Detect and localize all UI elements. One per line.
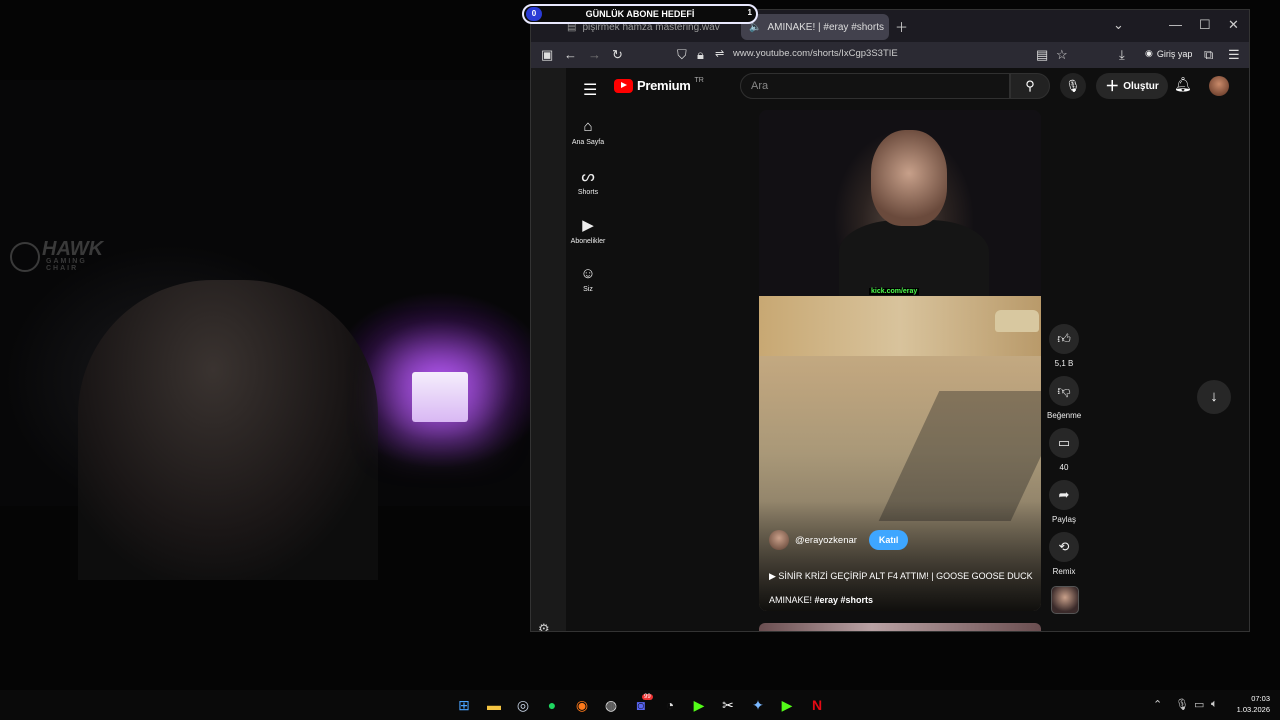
mic-icon: 🎙︎ — [1065, 79, 1081, 93]
channel-info: @erayozkenar Katıl — [769, 530, 909, 550]
youtube-play-icon — [614, 78, 633, 93]
chevron-down-icon[interactable]: ⌄ — [1113, 17, 1124, 33]
menu-icon[interactable]: ☰ — [1228, 47, 1240, 63]
nav-bar: ▣ ← → ↻ ⛉ 🔒︎ ⇌ www.youtube.com/shorts/Ix… — [531, 42, 1249, 68]
signin-button[interactable]: ◉ Giriş yap — [1145, 48, 1192, 59]
notifications-bell-icon[interactable]: 🔔︎ — [1174, 76, 1192, 93]
system-clock[interactable]: 07:03 1.03.2026 — [1230, 693, 1270, 715]
desktop: HAWK GAMING CHAIR 0 GÜNLÜK ABONE HEDEFİ … — [0, 0, 1280, 720]
extensions-icon[interactable]: ⧉ — [1204, 47, 1213, 63]
chrome-icon[interactable]: ◔ — [661, 696, 679, 714]
obs-icon[interactable]: ◍ — [602, 696, 620, 714]
url-bar[interactable]: www.youtube.com/shorts/IxCgp3S3TIE — [733, 48, 898, 59]
goal-label: GÜNLÜK ABONE HEDEFİ — [585, 9, 695, 19]
youtube-premium-logo[interactable]: Premium TR — [614, 77, 704, 93]
subscriptions-icon: ▶ — [582, 217, 594, 234]
youtube-page: ☰ Premium TR Ara ⚲ 🎙︎ ＋ Oluştur 🔔︎ ⌂ Ana… — [566, 68, 1249, 631]
voice-search-button[interactable]: 🎙︎ — [1060, 73, 1086, 99]
next-short-preview[interactable] — [759, 623, 1041, 631]
audio-source-thumbnail[interactable] — [1051, 586, 1079, 614]
short-video-player[interactable]: kick.com/eray @erayozkenar Katıl ▶ SİNİR… — [759, 110, 1041, 611]
taskbar: ⊞ ▬ ◎ ● ◉ ◍ ◙ 99 ◔ ▶ ✂ ✦ ▶ N ⌃ 🎙︎ ▭ 🔈︎ 0… — [0, 690, 1280, 720]
dislike-button[interactable]: 👎︎ Beğenme — [1047, 376, 1081, 420]
reload-icon[interactable]: ↻ — [612, 47, 623, 63]
back-icon[interactable]: ← — [564, 47, 577, 62]
subscriber-goal-widget: 0 GÜNLÜK ABONE HEDEFİ 1 — [522, 4, 758, 24]
webcam-feed: HAWK GAMING CHAIR — [0, 80, 572, 580]
capcut-icon[interactable]: ✂ — [719, 696, 737, 714]
remix-button[interactable]: ⟲ Remix — [1047, 532, 1081, 576]
spotify-icon[interactable]: ● — [543, 696, 561, 714]
thumbs-up-icon: 👍︎ — [1049, 324, 1079, 354]
like-button[interactable]: 👍︎ 5,1 B — [1047, 324, 1081, 368]
goal-current: 0 — [526, 7, 542, 21]
reader-icon[interactable]: ▤ — [1036, 47, 1048, 63]
account-icon: ◉ — [1145, 48, 1153, 58]
streamer-cam-frame — [759, 110, 1041, 300]
search-button[interactable]: ⚲ — [1010, 73, 1050, 99]
comment-icon: ▭ — [1049, 428, 1079, 458]
hawk-logo: HAWK GAMING CHAIR — [10, 238, 103, 278]
forward-icon[interactable]: → — [588, 47, 601, 62]
share-button[interactable]: ➦ Paylaş — [1047, 480, 1081, 524]
remix-icon: ⟲ — [1049, 532, 1079, 562]
streamer-figure — [78, 280, 378, 580]
permissions-icon[interactable]: ⇌ — [715, 47, 724, 60]
download-icon[interactable]: ⤓ — [1119, 47, 1125, 63]
glowing-cube-lamp — [412, 372, 468, 422]
hashtags[interactable]: #eray #shorts — [815, 595, 874, 605]
battlenet-icon[interactable]: ✦ — [749, 696, 767, 714]
thumbs-down-icon: 👎︎ — [1049, 376, 1079, 406]
comments-button[interactable]: ▭ 40 — [1047, 428, 1081, 472]
next-short-button[interactable]: ↓ — [1197, 380, 1231, 414]
windows-start-icon[interactable]: ⊞ — [455, 696, 473, 714]
browser-sidebar: ⚙ — [531, 68, 566, 631]
kick-overlay-text: kick.com/eray — [869, 288, 920, 295]
maximize-icon[interactable]: ☐ — [1199, 17, 1211, 33]
tab-active[interactable]: 🔈 AMINAKE! | #eray #shorts ✕ — [741, 14, 889, 40]
home-icon: ⌂ — [583, 118, 593, 135]
short-title[interactable]: ▶ SİNİR KRİZİ GEÇİRİP ALT F4 ATTIM! | GO… — [769, 564, 1034, 611]
plus-icon: ＋ — [1105, 78, 1120, 94]
sidebar-toggle-icon[interactable]: ▣ — [541, 47, 553, 63]
new-tab-icon[interactable]: ＋ — [895, 17, 908, 36]
tray-overflow-icon[interactable]: ⌃ — [1153, 698, 1162, 711]
create-button[interactable]: ＋ Oluştur — [1096, 73, 1168, 99]
goal-target: 1 — [747, 8, 752, 17]
bookmark-star-icon[interactable]: ☆ — [1056, 47, 1068, 63]
kick-app-icon[interactable]: ▶ — [690, 696, 708, 714]
firefox-icon[interactable]: ◉ — [573, 696, 591, 714]
browser-window: ▭ ▤ pişirmek hamza mastering.wav 🔈 AMINA… — [530, 9, 1250, 632]
file-explorer-icon[interactable]: ▬ — [485, 696, 503, 714]
user-avatar[interactable] — [1209, 76, 1229, 96]
join-button[interactable]: Katıl — [868, 530, 909, 550]
sidebar-item-you[interactable]: ☺ Siz — [568, 265, 608, 293]
steam-icon[interactable]: ◎ — [514, 696, 532, 714]
sidebar-item-shorts[interactable]: ᔕ Shorts — [568, 167, 608, 196]
discord-badge: 99 — [642, 694, 653, 700]
shorts-icon: ᔕ — [581, 168, 595, 185]
settings-gear-icon[interactable]: ⚙ — [538, 621, 550, 631]
hamburger-menu-icon[interactable]: ☰ — [583, 80, 597, 100]
share-arrow-icon: ➦ — [1049, 480, 1079, 510]
kick-studio-icon[interactable]: ▶ — [778, 696, 796, 714]
play-small-icon: ▶ — [769, 571, 779, 581]
tab-label: AMINAKE! | #eray #shorts — [767, 21, 884, 33]
sidebar-item-home[interactable]: ⌂ Ana Sayfa — [568, 118, 608, 146]
you-icon: ☺ — [580, 265, 596, 282]
display-tray-icon[interactable]: ▭ — [1194, 698, 1204, 711]
search-input[interactable]: Ara — [740, 73, 1010, 99]
channel-name[interactable]: @erayozkenar — [795, 535, 857, 546]
shield-icon[interactable]: ⛉ — [677, 47, 687, 63]
channel-avatar[interactable] — [769, 530, 789, 550]
volume-icon[interactable]: 🔈︎ — [1211, 698, 1218, 711]
arrow-down-icon: ↓ — [1210, 388, 1218, 405]
lock-icon: 🔒︎ — [697, 47, 704, 62]
close-window-icon[interactable]: ✕ — [1228, 17, 1239, 33]
search-icon: ⚲ — [1025, 78, 1035, 93]
sidebar-item-subscriptions[interactable]: ▶ Abonelikler — [568, 216, 608, 245]
minimize-icon[interactable]: — — [1169, 17, 1182, 32]
netflix-icon[interactable]: N — [808, 696, 826, 714]
microphone-tray-icon[interactable]: 🎙︎ — [1175, 698, 1189, 711]
